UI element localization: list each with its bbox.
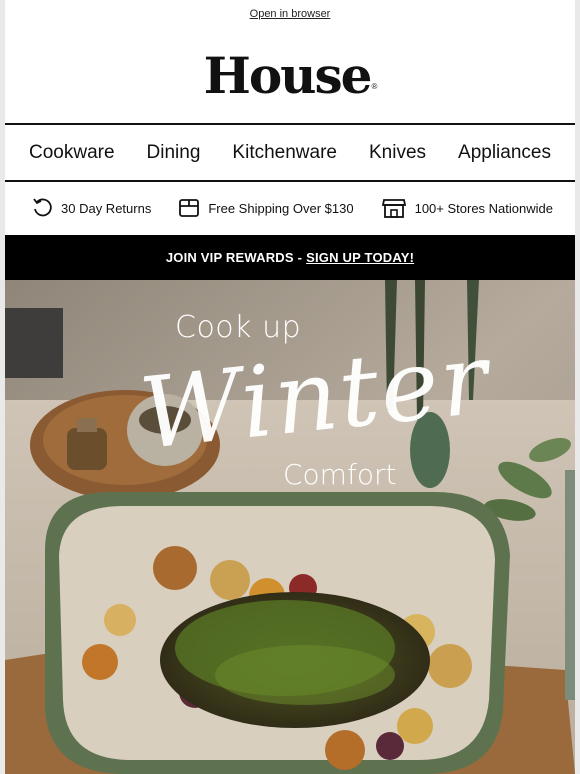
perk-returns-label: 30 Day Returns: [61, 200, 152, 216]
hero-line-cook-up: Cook up: [175, 310, 302, 345]
right-margin: [575, 0, 580, 774]
email-canvas: Open in browser House® Cookware Dining K…: [0, 0, 580, 774]
vip-text: JOIN VIP REWARDS -: [165, 250, 303, 265]
category-nav: Cookware Dining Kitchenware Knives Appli…: [5, 125, 575, 180]
perk-returns[interactable]: 30 Day Returns: [31, 197, 151, 219]
perk-shipping-label: Free Shipping Over $130: [208, 200, 354, 216]
store-icon: [381, 199, 406, 218]
nav-item-kitchenware[interactable]: Kitchenware: [232, 142, 337, 164]
hero-line-comfort: Comfort: [283, 458, 397, 491]
nav-item-cookware[interactable]: Cookware: [29, 142, 115, 164]
logo-text: House: [203, 46, 373, 105]
open-in-browser-link[interactable]: Open in browser: [0, 8, 580, 20]
registered-mark: ®: [371, 82, 378, 91]
perk-shipping[interactable]: Free Shipping Over $130: [178, 197, 354, 219]
perk-stores-label: 100+ Stores Nationwide: [414, 200, 553, 216]
hero-image[interactable]: Cook up Winter Comfort: [5, 280, 575, 774]
return-arrow-icon: [33, 198, 52, 217]
nav-item-dining[interactable]: Dining: [147, 142, 201, 164]
nav-item-knives[interactable]: Knives: [369, 142, 426, 164]
nav-item-appliances[interactable]: Appliances: [458, 142, 551, 164]
vip-signup-link[interactable]: SIGN UP TODAY!: [306, 250, 414, 265]
box-icon: [179, 199, 200, 217]
brand-logo[interactable]: House®: [0, 48, 580, 104]
vip-rewards-banner[interactable]: JOIN VIP REWARDS - SIGN UP TODAY!: [5, 235, 575, 280]
perks-bar: 30 Day Returns Free Shipping Over $130 1…: [5, 182, 575, 234]
perk-stores[interactable]: 100+ Stores Nationwide: [381, 197, 553, 219]
